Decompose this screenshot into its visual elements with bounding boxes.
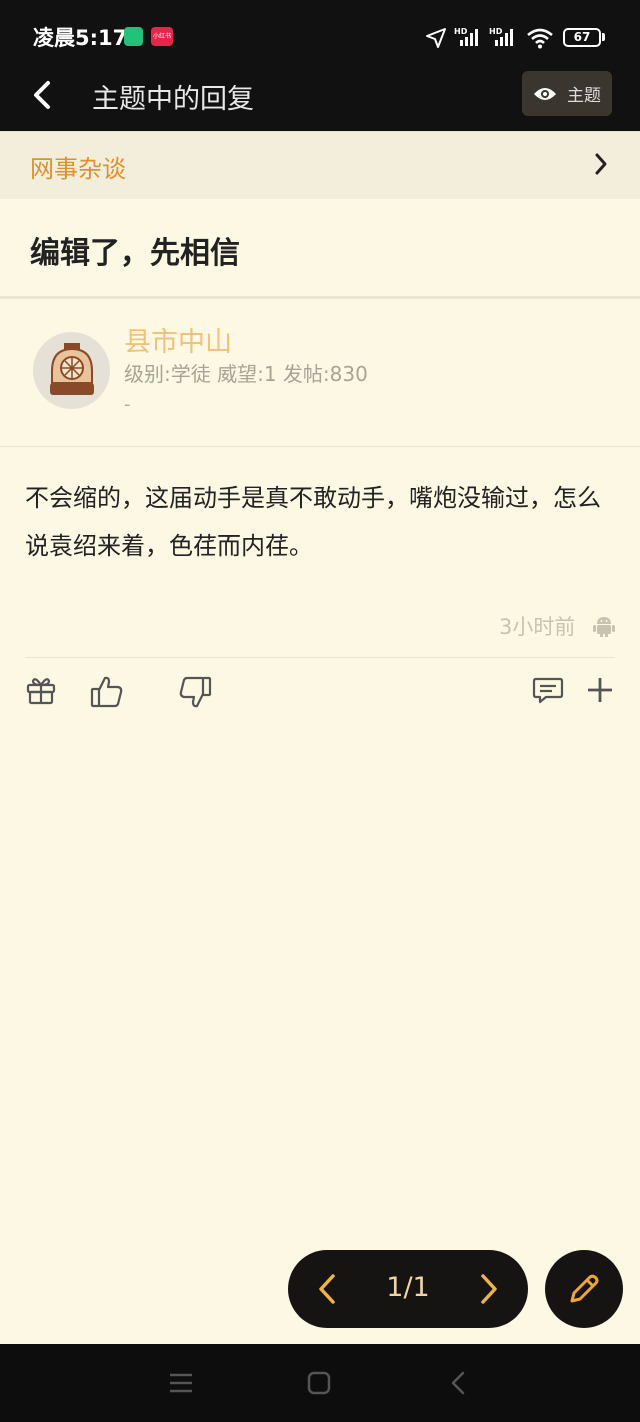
chevron-right-icon bbox=[595, 153, 607, 175]
chevron-left-icon bbox=[34, 81, 50, 109]
author-signature: - bbox=[124, 394, 131, 415]
divider bbox=[0, 296, 640, 299]
status-time: 凌晨5:17 bbox=[33, 26, 128, 50]
post-title: 编辑了，先相信 bbox=[30, 236, 240, 271]
plus-icon[interactable] bbox=[585, 674, 615, 706]
diving-helmet-icon bbox=[49, 342, 94, 395]
next-page-button[interactable] bbox=[476, 1270, 502, 1308]
battery-cap bbox=[602, 33, 605, 41]
author-meta: 级别:学徒 威望:1 发帖:830 bbox=[124, 362, 368, 386]
pencil-icon bbox=[570, 1274, 599, 1303]
page-title: 主题中的回复 bbox=[92, 84, 254, 115]
reply-edit-button[interactable] bbox=[545, 1250, 623, 1328]
post-content: 不会缩的，这届动手是真不敢动手，嘴炮没输过，怎么说袁绍来着，色荏而内荏。 bbox=[25, 484, 601, 560]
wechat-notification-icon bbox=[124, 27, 143, 46]
location-icon bbox=[426, 28, 446, 48]
android-icon bbox=[593, 617, 615, 637]
signal-2-icon: HD bbox=[489, 27, 513, 46]
divider bbox=[0, 446, 640, 447]
divider bbox=[25, 657, 615, 658]
thumbs-up-icon[interactable] bbox=[90, 674, 124, 710]
menu-icon[interactable] bbox=[168, 1372, 194, 1394]
forum-name: 网事杂谈 bbox=[30, 155, 126, 183]
svg-text:HD: HD bbox=[454, 27, 468, 36]
gift-icon[interactable] bbox=[25, 674, 57, 706]
back-button[interactable] bbox=[22, 73, 62, 117]
avatar[interactable] bbox=[33, 332, 110, 409]
post-time: 3小时前 bbox=[499, 615, 576, 639]
thumbs-down-icon[interactable] bbox=[178, 674, 212, 710]
view-topic-label: 主题 bbox=[567, 86, 601, 106]
battery-indicator: 67 bbox=[563, 28, 601, 47]
signal-1-icon: HD bbox=[454, 27, 478, 46]
pagination-control: 1/1 bbox=[288, 1250, 528, 1328]
back-nav-icon[interactable] bbox=[448, 1371, 468, 1395]
home-icon[interactable] bbox=[307, 1371, 331, 1395]
system-navigation-bar bbox=[0, 1344, 640, 1422]
xiaohongshu-notification-icon: 小红书 bbox=[151, 27, 173, 46]
wifi-icon bbox=[527, 28, 553, 49]
eye-icon bbox=[534, 87, 556, 100]
author-name[interactable]: 县市中山 bbox=[124, 320, 232, 359]
forum-link[interactable]: 网事杂谈 bbox=[0, 131, 640, 199]
comment-icon[interactable] bbox=[532, 674, 564, 706]
top-app-bar: 主题中的回复 主题 bbox=[0, 59, 640, 131]
svg-text:HD: HD bbox=[489, 27, 503, 36]
view-topic-button[interactable]: 主题 bbox=[522, 71, 612, 116]
